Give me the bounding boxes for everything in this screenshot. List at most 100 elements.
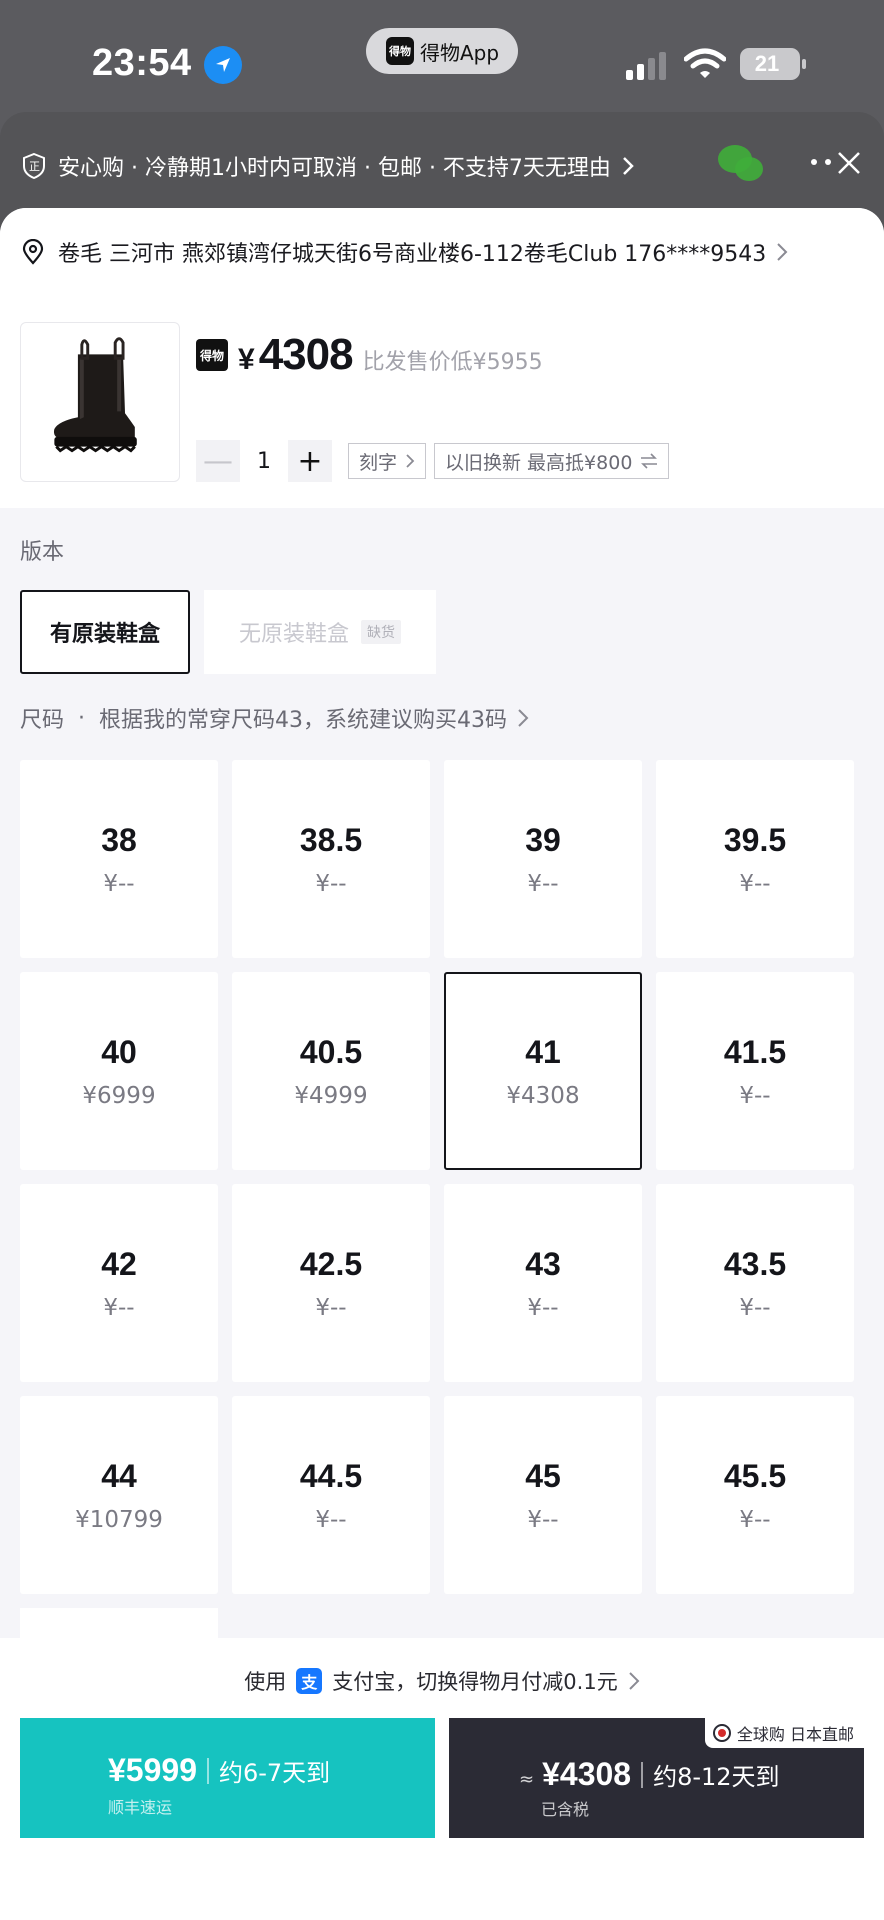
size-value: 42 bbox=[101, 1245, 137, 1282]
trade-in-label: 以旧换新 最高抵¥800 bbox=[445, 451, 633, 474]
status-bar: 23:54 得物 得物App 21 bbox=[0, 0, 884, 120]
chevron-right-icon bbox=[628, 1672, 640, 1690]
alipay-icon: 支 bbox=[296, 1668, 323, 1694]
separator-dot: · bbox=[78, 705, 86, 731]
size-value: 43.5 bbox=[723, 1245, 787, 1282]
buy-global-button[interactable]: 全球购 日本直邮 ≈ ¥4308 约8-12天到 已含税 bbox=[449, 1718, 864, 1838]
size-price: ¥-- bbox=[527, 1294, 559, 1321]
payment-text: 支付宝，切换得物月付减0.1元 bbox=[332, 1670, 618, 1694]
version-option-without-box[interactable]: 无原装鞋盒 缺货 bbox=[204, 590, 436, 674]
size-value: 41.5 bbox=[723, 1033, 787, 1070]
quantity-decrease-button[interactable]: — bbox=[196, 440, 240, 482]
size-option[interactable]: 43 ¥-- bbox=[444, 1184, 642, 1382]
quantity-row: — 1 + 刻字 以旧换新 最高抵¥800 bbox=[196, 440, 670, 482]
global-price: ¥4308 bbox=[542, 1756, 632, 1792]
price-amount: 4308 bbox=[258, 330, 354, 379]
size-price: ¥-- bbox=[315, 1506, 347, 1533]
quantity-increase-button[interactable]: + bbox=[288, 440, 332, 482]
engrave-chip[interactable]: 刻字 bbox=[348, 443, 427, 479]
payment-hint[interactable]: 使用 支 支付宝，切换得物月付减0.1元 bbox=[0, 1666, 884, 1696]
size-value: 44 bbox=[101, 1457, 137, 1494]
engrave-label: 刻字 bbox=[359, 451, 398, 474]
delivery-address[interactable]: 卷毛 三河市 燕郊镇湾仔城天街6号商业楼6-112卷毛Club 176****9… bbox=[22, 236, 862, 268]
size-value: 40.5 bbox=[299, 1033, 363, 1070]
trade-in-chip[interactable]: 以旧换新 最高抵¥800 bbox=[434, 443, 670, 479]
product-image[interactable] bbox=[20, 322, 180, 482]
size-option[interactable]: 39 ¥-- bbox=[444, 760, 642, 958]
size-option[interactable]: 43.5 ¥-- bbox=[656, 1184, 854, 1382]
tax-included: 已含税 bbox=[541, 1800, 590, 1819]
quantity-value: 1 bbox=[257, 448, 271, 474]
wechat-icon[interactable] bbox=[716, 142, 766, 186]
size-option[interactable]: 40.5 ¥4999 bbox=[232, 972, 430, 1170]
status-time: 23:54 bbox=[92, 42, 192, 84]
express-delivery: 约6-7天到 bbox=[218, 1759, 331, 1787]
location-arrow-icon bbox=[204, 46, 242, 84]
size-price: ¥-- bbox=[739, 1506, 771, 1533]
app-name: 得物App bbox=[420, 40, 500, 65]
buy-express-button[interactable]: ¥5999 约6-7天到 顺丰速运 bbox=[20, 1718, 435, 1838]
battery-level: 21 bbox=[754, 51, 780, 76]
size-value: 39.5 bbox=[723, 821, 787, 858]
express-main: ¥5999 约6-7天到 bbox=[108, 1752, 330, 1789]
purchase-sheet: 卷毛 三河市 燕郊镇湾仔城天街6号商业楼6-112卷毛Club 176****9… bbox=[0, 208, 884, 1920]
global-main: ≈ ¥4308 约8-12天到 bbox=[519, 1756, 780, 1793]
guarantee-banner[interactable]: 正 安心购 · 冷静期1小时内可取消 · 包邮 · 不支持7天无理由 bbox=[22, 150, 635, 182]
size-recommendation: 根据我的常穿尺码43，系统建议购买43码 bbox=[99, 708, 508, 733]
size-value: 38.5 bbox=[299, 821, 363, 858]
wifi-icon bbox=[684, 48, 726, 78]
size-price: ¥-- bbox=[315, 870, 347, 897]
swap-arrows-icon bbox=[641, 453, 658, 469]
checkout-bar: 使用 支 支付宝，切换得物月付减0.1元 ¥5999 约6-7天到 顺丰速运 全… bbox=[0, 1638, 884, 1920]
size-value: 43 bbox=[525, 1245, 561, 1282]
size-option[interactable]: 38.5 ¥-- bbox=[232, 760, 430, 958]
size-value: 45 bbox=[525, 1457, 561, 1494]
japan-flag-icon bbox=[712, 1724, 731, 1742]
size-value: 39 bbox=[525, 821, 561, 858]
out-of-stock-badge: 缺货 bbox=[361, 620, 401, 644]
dewu-logo-icon: 得物 bbox=[386, 37, 414, 65]
close-icon[interactable] bbox=[836, 150, 862, 176]
version-option-label: 有原装鞋盒 bbox=[49, 622, 160, 647]
shield-check-icon: 正 bbox=[23, 153, 45, 179]
size-option[interactable]: 45 ¥-- bbox=[444, 1396, 642, 1594]
size-option-selected[interactable]: 41 ¥4308 bbox=[444, 972, 642, 1170]
size-price: ¥-- bbox=[103, 1294, 135, 1321]
size-value: 45.5 bbox=[723, 1457, 787, 1494]
size-value: 44.5 bbox=[299, 1457, 363, 1494]
size-price: ¥-- bbox=[527, 870, 559, 897]
location-pin-icon bbox=[22, 239, 44, 265]
price-currency: ¥ bbox=[238, 343, 255, 376]
app-indicator-pill[interactable]: 得物 得物App bbox=[366, 28, 518, 74]
size-grid: 38 ¥-- 38.5 ¥-- 39 ¥-- 39.5 ¥-- 40 ¥6999 40.5… bbox=[20, 760, 854, 1594]
size-label: 尺码 bbox=[20, 708, 65, 733]
size-option[interactable]: 38 ¥-- bbox=[20, 760, 218, 958]
size-option[interactable]: 45.5 ¥-- bbox=[656, 1396, 854, 1594]
size-option[interactable]: 41.5 ¥-- bbox=[656, 972, 854, 1170]
address-text: 卷毛 三河市 燕郊镇湾仔城天街6号商业楼6-112卷毛Club 176****9… bbox=[58, 242, 767, 267]
size-option[interactable]: 42 ¥-- bbox=[20, 1184, 218, 1382]
version-label: 版本 bbox=[20, 540, 65, 565]
approx-sign: ≈ bbox=[519, 1769, 535, 1790]
global-badge-text: 全球购 日本直邮 bbox=[736, 1725, 854, 1744]
size-price: ¥6999 bbox=[82, 1082, 156, 1109]
size-option[interactable]: 42.5 ¥-- bbox=[232, 1184, 430, 1382]
size-price: ¥-- bbox=[739, 1082, 771, 1109]
express-carrier: 顺丰速运 bbox=[108, 1798, 173, 1817]
size-price: ¥-- bbox=[527, 1506, 559, 1533]
dewu-logo-icon: 得物 bbox=[196, 339, 228, 371]
size-option[interactable]: 44.5 ¥-- bbox=[232, 1396, 430, 1594]
price-line: 得物 ¥ 4308 比发售价低¥5955 bbox=[196, 330, 543, 380]
size-option[interactable]: 40 ¥6999 bbox=[20, 972, 218, 1170]
size-price: ¥-- bbox=[315, 1294, 347, 1321]
size-hint-row[interactable]: 尺码 · 根据我的常穿尺码43，系统建议购买43码 bbox=[20, 702, 529, 734]
size-price: ¥10799 bbox=[75, 1506, 163, 1533]
version-option-with-box[interactable]: 有原装鞋盒 bbox=[20, 590, 190, 674]
size-price: ¥-- bbox=[103, 870, 135, 897]
chevron-right-icon bbox=[623, 157, 634, 175]
global-shipping-badge: 全球购 日本直邮 bbox=[704, 1718, 864, 1748]
more-dots-icon[interactable] bbox=[810, 158, 832, 166]
size-option[interactable]: 39.5 ¥-- bbox=[656, 760, 854, 958]
version-option-label: 无原装鞋盒 bbox=[238, 622, 349, 647]
size-option[interactable]: 44 ¥10799 bbox=[20, 1396, 218, 1594]
